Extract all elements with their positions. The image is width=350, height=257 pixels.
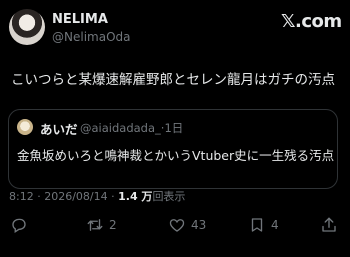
view-count-suffix: 回表示: [152, 190, 186, 203]
reply-icon: [12, 218, 26, 234]
x-logo-icon: 𝕏.com: [281, 11, 342, 32]
author-avatar[interactable]: [9, 9, 45, 45]
quoted-tweet-text: 金魚坂めいろと鳴神裁とかいうVtuber史に一生残る汚点: [17, 148, 335, 163]
view-count: 1.4 万: [118, 190, 153, 203]
like-count: 43: [191, 218, 207, 232]
quoted-author-name: あいだ: [40, 122, 78, 137]
share-button[interactable]: [320, 216, 338, 234]
retweet-button[interactable]: 2: [86, 216, 117, 234]
action-bar: 2 43 4: [0, 212, 350, 242]
tweet-date: 2026/08/14: [44, 190, 108, 203]
author-handle[interactable]: @NelimaOda: [52, 30, 131, 44]
tweet-text: こいつらと某爆速解雇野郎とセレン龍月はガチの汚点: [11, 72, 335, 88]
retweet-icon: [87, 219, 103, 231]
bookmark-icon: [251, 218, 263, 232]
quoted-author-avatar: [17, 119, 33, 135]
quoted-author-handle-time: @aiaidadada_·1日: [80, 120, 183, 136]
heart-icon: [169, 219, 185, 232]
reply-button[interactable]: [10, 216, 33, 234]
retweet-count: 2: [109, 218, 117, 232]
quoted-author-handle: @aiaidadada_: [80, 121, 161, 135]
author-name[interactable]: NELIMA: [52, 12, 108, 27]
share-icon: [322, 217, 336, 232]
bookmark-count: 4: [271, 218, 279, 232]
bookmark-button[interactable]: 4: [248, 216, 279, 234]
like-button[interactable]: 43: [168, 216, 206, 234]
tweet-meta: 8:12 · 2026/08/14 · 1.4 万回表示: [9, 190, 186, 203]
quoted-time: 1日: [164, 121, 184, 135]
tweet-time: 8:12: [9, 190, 34, 203]
